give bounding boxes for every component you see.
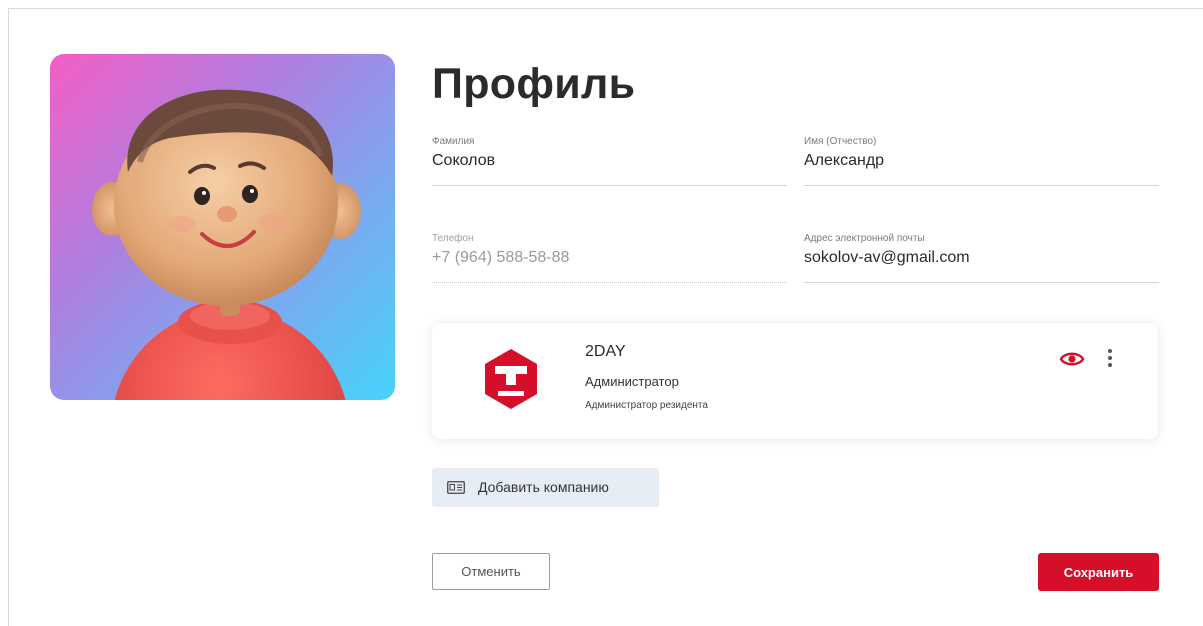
company-hexagon-logo-icon — [482, 347, 540, 411]
company-subrole: Администратор резидента — [585, 400, 708, 411]
company-name: 2DAY — [585, 343, 626, 360]
first-name-label: Имя (Отчество) — [804, 136, 877, 147]
last-name-input[interactable] — [432, 152, 772, 170]
add-company-button[interactable]: Добавить компанию — [432, 468, 659, 507]
email-field[interactable]: Адрес электронной почты — [804, 233, 1159, 283]
phone-field: Телефон — [432, 233, 787, 283]
email-label: Адрес электронной почты — [804, 233, 925, 244]
user-avatar — [50, 54, 395, 400]
page-title: Профиль — [432, 60, 636, 108]
last-name-label: Фамилия — [432, 136, 475, 147]
save-button[interactable]: Сохранить — [1038, 553, 1159, 591]
eye-icon[interactable] — [1059, 348, 1085, 370]
first-name-field[interactable]: Имя (Отчество) — [804, 136, 1159, 186]
avatar-illustration — [92, 89, 361, 400]
company-card[interactable]: 2DAY Администратор Администратор резиден… — [432, 323, 1158, 439]
first-name-input[interactable] — [804, 152, 1144, 170]
add-company-label: Добавить компанию — [478, 479, 609, 495]
cancel-button[interactable]: Отменить — [432, 553, 550, 590]
phone-label: Телефон — [432, 233, 474, 244]
more-vertical-icon[interactable] — [1104, 346, 1116, 372]
last-name-field[interactable]: Фамилия — [432, 136, 787, 186]
company-role: Администратор — [585, 374, 679, 389]
email-input[interactable] — [804, 249, 1144, 267]
id-card-icon — [447, 481, 465, 497]
phone-input — [432, 249, 772, 267]
